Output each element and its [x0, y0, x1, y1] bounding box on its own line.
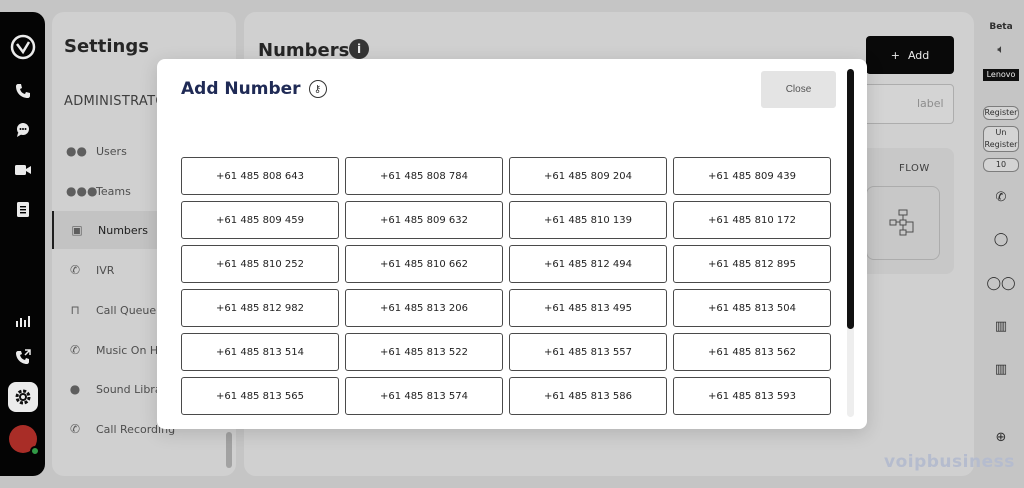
number-option[interactable]: +61 485 810 172	[673, 201, 831, 239]
number-option[interactable]: +61 485 813 557	[509, 333, 667, 371]
number-option[interactable]: +61 485 809 204	[509, 157, 667, 195]
number-option[interactable]: +61 485 813 593	[673, 377, 831, 415]
close-button[interactable]: Close	[761, 71, 836, 108]
number-option[interactable]: +61 485 813 206	[345, 289, 503, 327]
number-option[interactable]: +61 485 813 565	[181, 377, 339, 415]
number-grid: +61 485 808 643 +61 485 808 784 +61 485 …	[181, 157, 831, 415]
number-option[interactable]: +61 485 813 574	[345, 377, 503, 415]
number-option[interactable]: +61 485 812 982	[181, 289, 339, 327]
number-option[interactable]: +61 485 808 643	[181, 157, 339, 195]
modal-scrollbar-thumb[interactable]	[847, 69, 854, 329]
number-option[interactable]: +61 485 813 495	[509, 289, 667, 327]
number-option[interactable]: +61 485 808 784	[345, 157, 503, 195]
modal-title: Add Number ⚷	[181, 79, 327, 99]
number-option[interactable]: +61 485 813 514	[181, 333, 339, 371]
number-option[interactable]: +61 485 813 522	[345, 333, 503, 371]
number-option[interactable]: +61 485 810 139	[509, 201, 667, 239]
number-option[interactable]: +61 485 810 252	[181, 245, 339, 283]
number-option[interactable]: +61 485 809 632	[345, 201, 503, 239]
number-option[interactable]: +61 485 813 504	[673, 289, 831, 327]
add-number-modal: Add Number ⚷ Close +61 485 808 643 +61 4…	[157, 59, 867, 429]
number-option[interactable]: +61 485 810 662	[345, 245, 503, 283]
modal-title-text: Add Number	[181, 79, 301, 99]
number-option[interactable]: +61 485 809 439	[673, 157, 831, 195]
number-option[interactable]: +61 485 813 586	[509, 377, 667, 415]
number-option[interactable]: +61 485 813 562	[673, 333, 831, 371]
number-option[interactable]: +61 485 809 459	[181, 201, 339, 239]
number-option[interactable]: +61 485 812 494	[509, 245, 667, 283]
key-icon: ⚷	[308, 80, 327, 98]
number-option[interactable]: +61 485 812 895	[673, 245, 831, 283]
